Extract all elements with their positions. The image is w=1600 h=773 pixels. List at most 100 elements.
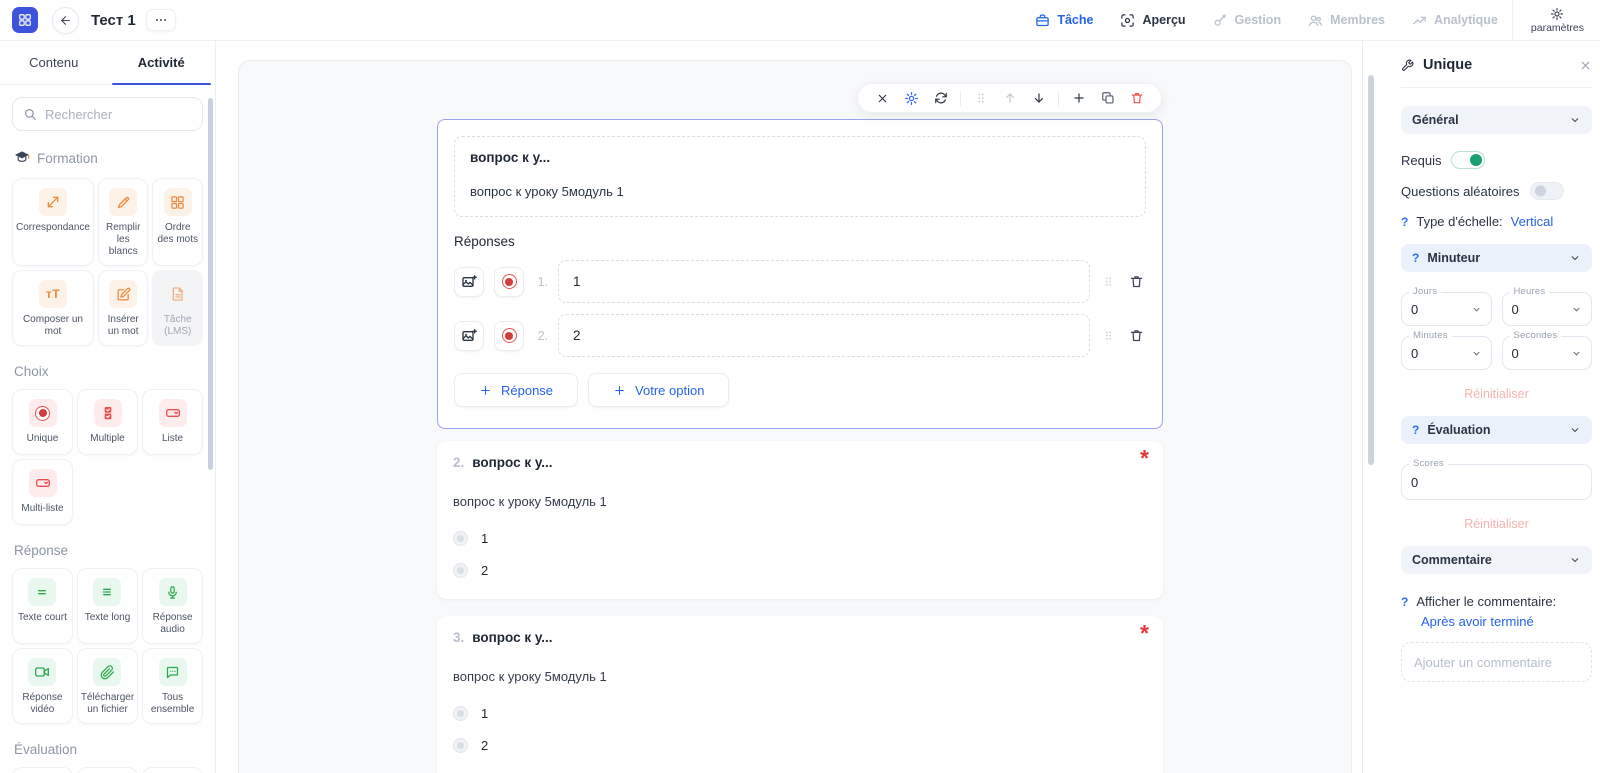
random-questions-toggle[interactable] xyxy=(1530,182,1564,200)
activity-card-echelle-1-5[interactable]: 1-5 xyxy=(12,767,73,773)
delete-icon[interactable] xyxy=(1122,83,1151,113)
scores-field[interactable]: Scores 0 xyxy=(1401,464,1592,500)
back-button[interactable] xyxy=(52,7,79,34)
nav-item-gestion[interactable]: Gestion xyxy=(1213,13,1282,28)
question-description[interactable]: вопрос к уроку 5модуль 1 xyxy=(470,184,1130,199)
activity-card-reponse-video[interactable]: Réponse vidéo xyxy=(12,648,73,724)
answer-drag-handle[interactable] xyxy=(1100,329,1117,342)
help-icon[interactable]: ? xyxy=(1412,423,1419,437)
required-asterisk: * xyxy=(1140,447,1149,470)
correct-answer-radio[interactable] xyxy=(494,267,524,297)
help-icon[interactable]: ? xyxy=(1412,251,1419,265)
pencil-square-icon xyxy=(109,280,137,308)
app-logo-button[interactable] xyxy=(12,7,38,33)
section-header-general[interactable]: Général xyxy=(1401,106,1592,134)
tab-contenu[interactable]: Contenu xyxy=(0,41,108,84)
search-box[interactable] xyxy=(12,97,203,131)
show-comment-value[interactable]: Après avoir terminé xyxy=(1421,614,1592,629)
add-image-button[interactable] xyxy=(454,321,484,351)
key-icon xyxy=(1213,13,1228,28)
drag-handle-icon[interactable] xyxy=(966,83,995,113)
activity-card-texte-court[interactable]: Texte court xyxy=(12,568,73,644)
activity-card-liste[interactable]: Liste xyxy=(142,389,203,455)
duplicate-icon[interactable] xyxy=(1093,83,1122,113)
add-own-option-button[interactable]: Votre option xyxy=(588,373,729,407)
two-lines-icon xyxy=(28,578,56,606)
question-title: вопрос к у... xyxy=(472,630,552,645)
add-icon[interactable] xyxy=(1064,83,1093,113)
question-text-block[interactable]: вопрос к у... вопрос к уроку 5модуль 1 xyxy=(454,136,1146,217)
pencil-icon xyxy=(109,188,137,216)
timer-select-minutes[interactable]: Minutes 0 xyxy=(1401,336,1492,370)
help-icon[interactable]: ? xyxy=(1401,595,1408,609)
nav-item-membres[interactable]: Membres xyxy=(1308,13,1385,28)
show-comment-row: ? Afficher le commentaire: xyxy=(1401,594,1592,609)
activity-card-correspondance[interactable]: Correspondance xyxy=(12,178,94,266)
settings-button[interactable]: paramètres xyxy=(1525,7,1600,34)
option-row[interactable]: 1 xyxy=(453,706,1147,721)
title-menu-button[interactable] xyxy=(146,9,176,31)
formation-grid: Correspondance Remplir les blancs Ordre … xyxy=(12,178,203,346)
section-header-minuteur[interactable]: ? Minuteur xyxy=(1401,244,1592,272)
timer-select-heures[interactable]: Heures 0 xyxy=(1502,292,1593,326)
timer-select-jours[interactable]: Jours 0 xyxy=(1401,292,1492,326)
activity-card-multi-liste[interactable]: Multi-liste xyxy=(12,459,73,525)
nav-item-apercu[interactable]: Aperçu xyxy=(1120,13,1185,28)
correct-answer-radio[interactable] xyxy=(494,321,524,351)
answer-delete-button[interactable] xyxy=(1127,328,1146,343)
move-down-icon[interactable] xyxy=(1024,83,1053,113)
requis-toggle[interactable] xyxy=(1451,151,1485,169)
activity-card-multiple[interactable]: Multiple xyxy=(77,389,138,455)
section-header-evaluation[interactable]: ? Évaluation xyxy=(1401,416,1592,444)
sidebar-scrollbar[interactable] xyxy=(208,98,213,470)
add-image-button[interactable] xyxy=(454,267,484,297)
activity-card-inserer-un-mot[interactable]: Insérer un mot xyxy=(98,270,149,346)
nav-item-tache[interactable]: Tâche xyxy=(1035,13,1093,28)
question-preview-2[interactable]: * 2. вопрос к у... вопрос к уроку 5модул… xyxy=(437,441,1163,599)
timer-reset-button[interactable]: Réinitialiser xyxy=(1401,387,1592,401)
activity-card-tous-ensemble[interactable]: Tous ensemble xyxy=(142,648,203,724)
option-row[interactable]: 1 xyxy=(453,531,1147,546)
option-row[interactable]: 2 xyxy=(453,563,1147,578)
answer-input[interactable]: 2 xyxy=(558,314,1090,357)
activity-card-telecharger-un-fichier[interactable]: Télécharger un fichier xyxy=(77,648,138,724)
answer-delete-button[interactable] xyxy=(1127,274,1146,289)
answer-number: 2. xyxy=(534,329,548,343)
comment-input[interactable] xyxy=(1401,642,1592,682)
move-up-icon[interactable] xyxy=(995,83,1024,113)
option-row[interactable]: 2 xyxy=(453,738,1147,753)
activity-card-pouce[interactable] xyxy=(77,767,138,773)
activity-card-composer-un-mot[interactable]: тT Composer un mot xyxy=(12,270,94,346)
panel-close-icon[interactable] xyxy=(1579,59,1592,72)
question-settings-gear-icon[interactable] xyxy=(897,83,926,113)
scores-reset-button[interactable]: Réinitialiser xyxy=(1401,517,1592,531)
help-icon[interactable]: ? xyxy=(1401,215,1408,229)
activity-card-reponse-audio[interactable]: Réponse audio xyxy=(142,568,203,644)
plus-icon xyxy=(479,384,492,397)
chevron-down-icon xyxy=(1569,424,1581,436)
question-description: вопрос к уроку 5модуль 1 xyxy=(453,669,1147,684)
replace-icon[interactable] xyxy=(926,83,955,113)
scale-type-row: ? Type d'échelle: Vertical xyxy=(1401,214,1592,229)
tab-activite[interactable]: Activité xyxy=(108,41,216,84)
section-header-commentaire[interactable]: Commentaire xyxy=(1401,546,1592,574)
timer-select-secondes[interactable]: Secondes 0 xyxy=(1502,336,1593,370)
scale-type-value[interactable]: Vertical xyxy=(1511,214,1554,229)
activity-card-tache-lms[interactable]: Tâche (LMS) xyxy=(152,270,203,346)
radio-selected-icon xyxy=(502,274,517,289)
activity-card-remplir-les-blancs[interactable]: Remplir les blancs xyxy=(98,178,149,266)
answer-input[interactable]: 1 xyxy=(558,260,1090,303)
answer-drag-handle[interactable] xyxy=(1100,275,1117,288)
activity-card-etoile[interactable] xyxy=(142,767,203,773)
ellipsis-icon xyxy=(154,13,168,27)
close-icon[interactable] xyxy=(868,83,897,113)
activity-card-unique[interactable]: Unique xyxy=(12,389,73,455)
gear-icon xyxy=(1550,7,1564,21)
question-preview-3[interactable]: * 3. вопрос к у... вопрос к уроку 5модул… xyxy=(437,616,1163,773)
activity-card-ordre-des-mots[interactable]: Ordre des mots xyxy=(152,178,203,266)
activity-card-texte-long[interactable]: Texte long xyxy=(77,568,138,644)
question-title[interactable]: вопрос к у... xyxy=(470,150,1130,165)
nav-item-analytique[interactable]: Analytique xyxy=(1412,13,1498,28)
search-input[interactable] xyxy=(45,107,192,122)
add-answer-button[interactable]: Réponse xyxy=(454,373,578,407)
